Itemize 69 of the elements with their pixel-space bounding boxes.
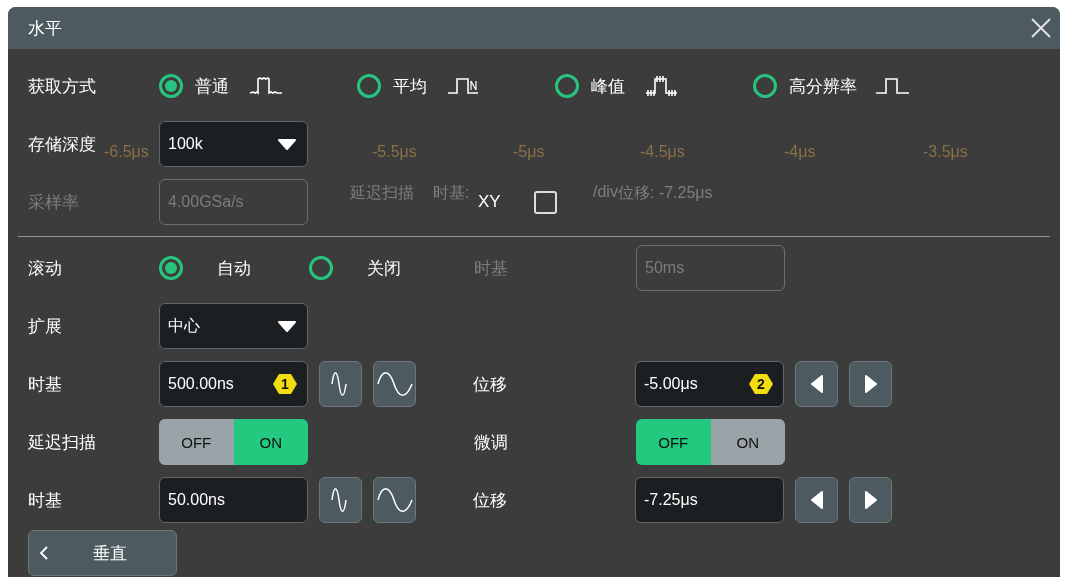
field-label: 时基 [28, 489, 63, 512]
status-text: /div [593, 183, 618, 201]
status-text: 时基: [433, 183, 470, 203]
axis-tick-label: -6.5μs [104, 143, 149, 161]
radio-button[interactable] [357, 74, 381, 98]
field-label: XY [478, 192, 501, 212]
value-field[interactable]: 50.00ns [159, 477, 308, 523]
dropdown[interactable]: 100k [159, 121, 308, 167]
axis-tick-label: -5μs [513, 143, 545, 161]
dropdown[interactable]: 中心 [159, 303, 308, 349]
value-field[interactable]: -7.25μs [635, 477, 784, 523]
option-label: 峰值 [591, 75, 626, 98]
option-label: 平均 [393, 75, 428, 98]
option-label: 关闭 [367, 257, 402, 280]
status-text: 位移: -7.25μs [618, 183, 713, 203]
waveform-icon [249, 75, 283, 97]
toggle-option[interactable]: ON [233, 419, 308, 465]
back-button[interactable]: 垂直 [28, 530, 177, 576]
radio-button[interactable] [555, 74, 579, 98]
field-label: 滚动 [28, 257, 63, 280]
field-label: 存储深度 [28, 133, 96, 156]
field-label: 时基 [28, 373, 63, 396]
left-button[interactable] [795, 361, 838, 407]
dropdown-caret-icon [277, 320, 297, 332]
chevron-left-icon [39, 545, 49, 561]
coarse-adjust-button[interactable] [319, 477, 362, 523]
sine-icon [376, 488, 413, 512]
radio-button[interactable] [159, 74, 183, 98]
option-label: 普通 [195, 75, 230, 98]
channel-badge: 1 [273, 373, 297, 395]
field-label: 采样率 [28, 191, 80, 214]
radio-button[interactable] [753, 74, 777, 98]
sine-icon [376, 372, 413, 396]
toggle-option[interactable]: OFF [636, 419, 711, 465]
field-label: 时基 [474, 257, 509, 280]
status-text: 延迟扫描 [350, 183, 414, 203]
field-label: 扩展 [28, 315, 63, 338]
toggle-option[interactable]: OFF [159, 419, 234, 465]
axis-tick-label: -4μs [784, 143, 816, 161]
dropdown-caret-icon [277, 138, 297, 150]
field-label: 延迟扫描 [28, 431, 97, 454]
axis-tick-label: -3.5μs [923, 143, 968, 161]
left-triangle-icon [809, 491, 824, 509]
right-triangle-icon [863, 491, 878, 509]
option-label: 高分辨率 [789, 75, 858, 98]
fine-adjust-button[interactable] [373, 361, 416, 407]
axis-tick-label: -5.5μs [372, 143, 417, 161]
channel-badge: 2 [749, 373, 773, 395]
field-label: 微调 [474, 431, 509, 454]
right-button[interactable] [849, 361, 892, 407]
right-triangle-icon [863, 375, 878, 393]
coarse-adjust-button[interactable] [319, 361, 362, 407]
window-title: 水平 [28, 17, 62, 40]
left-button[interactable] [795, 477, 838, 523]
checkbox[interactable] [533, 190, 557, 214]
value-field[interactable]: -5.00μs 2 [635, 361, 784, 407]
field-label: 位移 [473, 489, 508, 512]
waveform-icon [645, 75, 679, 97]
right-button[interactable] [849, 477, 892, 523]
waveform-icon [875, 75, 909, 97]
option-label: 自动 [217, 257, 252, 280]
value-field[interactable]: 500.00ns 1 [159, 361, 308, 407]
left-triangle-icon [809, 375, 824, 393]
axis-tick-label: -4.5μs [640, 143, 685, 161]
fine-adjust-button[interactable] [373, 477, 416, 523]
field-label: 位移 [473, 373, 508, 396]
toggle-option[interactable]: ON [710, 419, 785, 465]
field-label: 获取方式 [28, 75, 97, 98]
waveform-icon [447, 75, 481, 97]
